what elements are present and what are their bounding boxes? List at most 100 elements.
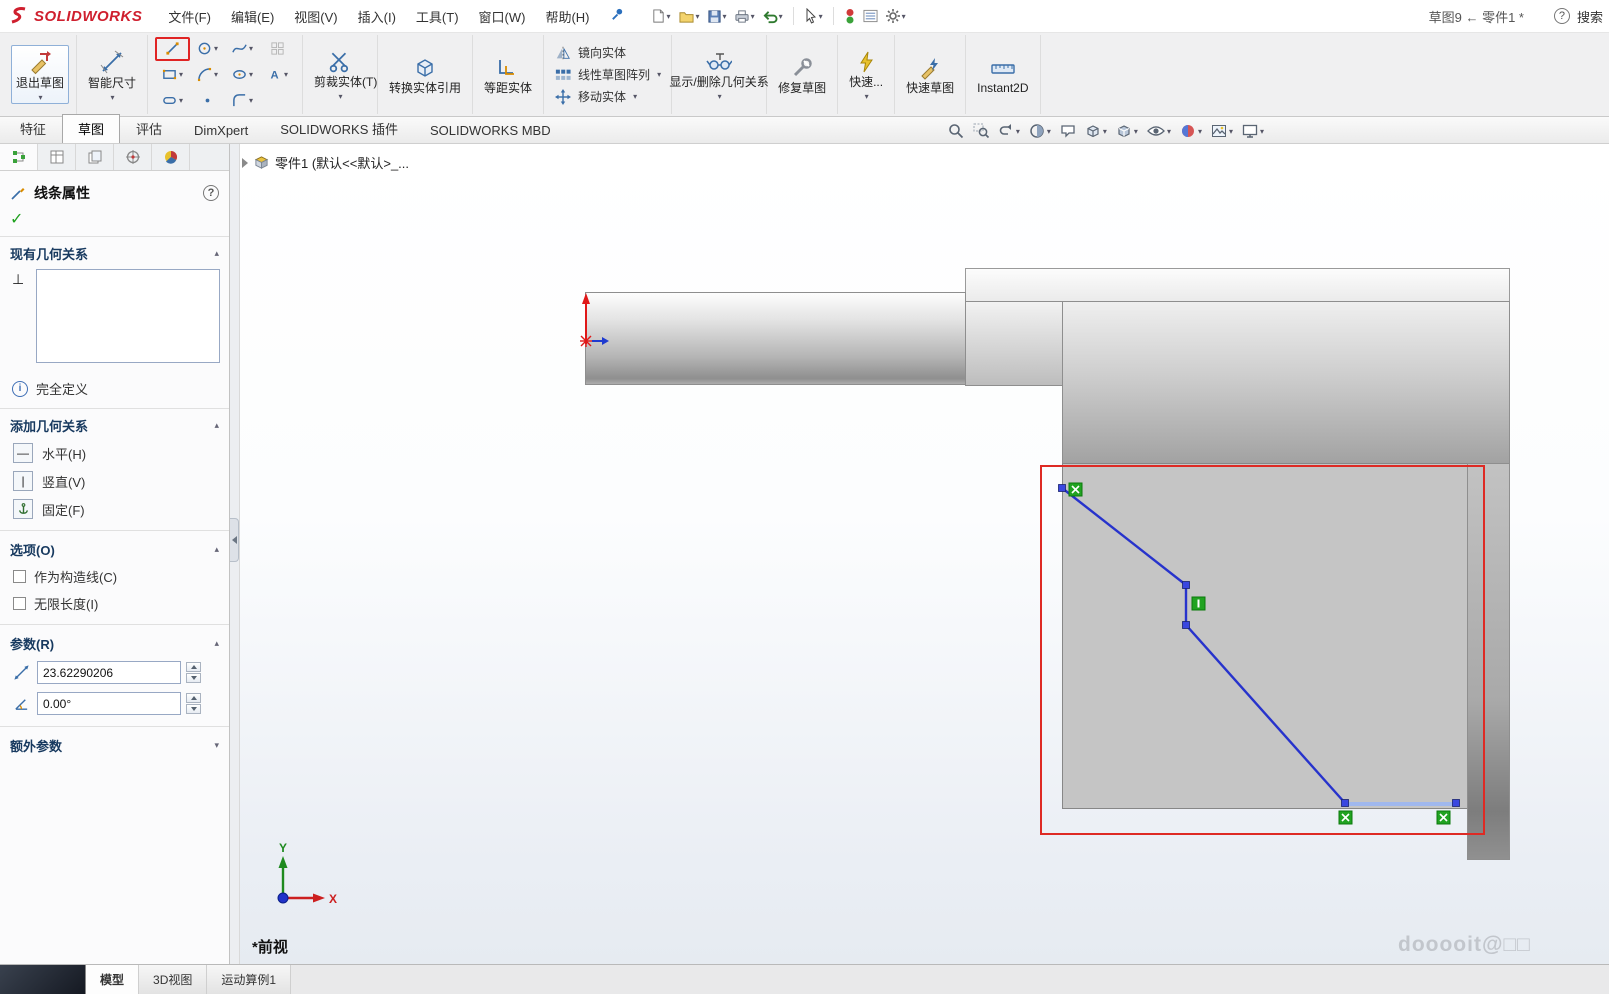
tab-dimxpertmanager[interactable] (114, 144, 152, 170)
circle-tool-button[interactable]: ▾ (190, 37, 225, 61)
spinner-up-icon[interactable] (186, 693, 201, 703)
select-tool-button[interactable]: ▾ (802, 5, 825, 27)
help-icon[interactable]: ? (1554, 8, 1570, 24)
sketch-picture-button[interactable] (260, 37, 295, 61)
display-style-icon[interactable]: ▾ (1116, 123, 1138, 139)
menu-file[interactable]: 文件(F) (158, 1, 221, 32)
offset-entities-button[interactable]: 等距实体 (480, 53, 536, 97)
new-document-button[interactable]: ▾ (649, 5, 673, 27)
tab-features[interactable]: 特征 (4, 114, 62, 143)
tab-displaymanager[interactable] (152, 144, 190, 170)
print-button[interactable]: ▾ (732, 6, 757, 27)
menu-tools[interactable]: 工具(T) (406, 1, 469, 32)
tab-solidworks-mbd[interactable]: SOLIDWORKS MBD (414, 118, 567, 143)
menu-view[interactable]: 视图(V) (284, 1, 347, 32)
length-spinner[interactable] (186, 662, 201, 683)
infinite-length-option[interactable]: 无限长度(I) (0, 590, 229, 617)
model-face-upper-block[interactable] (1062, 301, 1510, 464)
text-tool-button[interactable]: A▾ (260, 63, 295, 87)
search-label[interactable]: 搜索 (1577, 7, 1603, 26)
rectangle-tool-button[interactable]: ▾ (155, 63, 190, 87)
ok-check[interactable]: ✓ (0, 209, 229, 237)
mirror-entities-button[interactable]: 镜向实体 (551, 43, 664, 62)
expand-arrow-icon[interactable] (242, 158, 248, 168)
move-entities-button[interactable]: 移动实体 ▾ (551, 87, 664, 106)
settings-gear-button[interactable]: ▾ (883, 5, 908, 27)
view-settings-icon[interactable]: ▾ (1242, 123, 1264, 139)
trim-entities-button[interactable]: 剪裁实体(T) ▾ (310, 47, 370, 102)
smart-dimension-button[interactable]: 智能尺寸 ▾ (84, 46, 140, 103)
tab-solidworks-addins[interactable]: SOLIDWORKS 插件 (264, 114, 414, 143)
relations-listbox[interactable] (36, 269, 220, 363)
angle-input[interactable] (37, 692, 181, 715)
pin-menu-icon[interactable] (610, 7, 625, 25)
spline-tool-button[interactable]: ▾ (225, 37, 260, 61)
linear-pattern-button[interactable]: 线性草图阵列 ▾ (551, 65, 664, 84)
previous-view-icon[interactable]: ▾ (998, 123, 1020, 139)
extra-parameters-header[interactable]: 额外参数 ▾ (0, 729, 229, 759)
tab-3d-views[interactable]: 3D视图 (139, 965, 207, 994)
model-face-step[interactable] (965, 301, 1063, 386)
exit-sketch-button[interactable]: 退出草图 ▾ (11, 45, 69, 104)
spinner-down-icon[interactable] (186, 673, 201, 683)
options-header[interactable]: 选项(O) ▴ (0, 533, 229, 563)
tab-dimxpert[interactable]: DimXpert (178, 118, 264, 143)
add-relations-header[interactable]: 添加几何关系 ▴ (0, 409, 229, 439)
view-orientation-icon[interactable]: ▾ (1085, 123, 1107, 139)
parameters-header[interactable]: 参数(R) ▴ (0, 627, 229, 657)
feature-tree-flyout[interactable]: 零件1 (默认<<默认>_... (242, 153, 409, 172)
zoom-area-icon[interactable] (973, 123, 989, 139)
slot-tool-button[interactable]: ▾ (155, 89, 190, 113)
section-view-icon[interactable]: ▾ (1029, 123, 1051, 139)
model-face-shaft[interactable] (585, 292, 966, 385)
selection-filter-icon[interactable] (842, 5, 858, 27)
options-list-icon[interactable] (861, 6, 880, 26)
save-button[interactable]: ▾ (705, 6, 729, 27)
tab-motion-study-1[interactable]: 运动算例1 (207, 965, 291, 994)
relation-fix-button[interactable]: 固定(F) (0, 495, 229, 523)
existing-relations-header[interactable]: 现有几何关系 ▴ (0, 237, 229, 267)
tab-configurationmanager[interactable] (76, 144, 114, 170)
menu-insert[interactable]: 插入(I) (348, 1, 406, 32)
menu-window[interactable]: 窗口(W) (469, 1, 536, 32)
line-tool-button[interactable] (155, 37, 190, 61)
fillet-tool-button[interactable]: ▾ (225, 89, 260, 113)
repair-sketch-button[interactable]: 修复草图 (774, 53, 830, 97)
tab-featuremanager[interactable] (0, 144, 38, 170)
construction-line-option[interactable]: 作为构造线(C) (0, 563, 229, 590)
tree-item-part1[interactable]: 零件1 (默认<<默认>_... (275, 153, 409, 172)
point-tool-button[interactable] (190, 89, 225, 113)
edit-appearance-icon[interactable]: ▾ (1180, 123, 1202, 139)
relation-horizontal-button[interactable]: — 水平(H) (0, 439, 229, 467)
menu-edit[interactable]: 编辑(E) (221, 1, 284, 32)
open-document-button[interactable]: ▾ (676, 6, 702, 27)
apply-scene-icon[interactable]: ▾ (1211, 123, 1233, 139)
panel-help-icon[interactable]: ? (203, 185, 219, 201)
tab-propertymanager[interactable] (38, 144, 76, 170)
graphics-area[interactable]: 零件1 (默认<<默认>_... (240, 144, 1609, 964)
undo-button[interactable]: ▾ (760, 6, 785, 27)
spinner-up-icon[interactable] (186, 662, 201, 672)
convert-entities-button[interactable]: 转换实体引用 (385, 53, 465, 97)
model-face-top-flange[interactable] (965, 268, 1510, 302)
tab-model[interactable]: 模型 (86, 965, 139, 994)
construction-checkbox[interactable] (13, 570, 26, 583)
infinite-checkbox[interactable] (13, 597, 26, 610)
panel-splitter[interactable] (230, 144, 240, 964)
quick-snaps-button[interactable]: 快速... ▾ (845, 47, 887, 102)
instant2d-button[interactable]: Instant2D (973, 53, 1032, 97)
tab-evaluate[interactable]: 评估 (120, 114, 178, 143)
display-delete-relations-button[interactable]: 显示/删除几何关系 ▾ (679, 47, 759, 102)
length-input[interactable] (37, 661, 181, 684)
angle-spinner[interactable] (186, 693, 201, 714)
tab-sketch[interactable]: 草图 (62, 114, 120, 143)
rapid-sketch-button[interactable]: 快速草图 (902, 53, 958, 97)
dynamic-annotation-icon[interactable] (1060, 123, 1076, 139)
ellipse-tool-button[interactable]: ▾ (225, 63, 260, 87)
model-thumbnail[interactable] (0, 965, 86, 994)
menu-help[interactable]: 帮助(H) (535, 1, 599, 32)
spinner-down-icon[interactable] (186, 704, 201, 714)
panel-collapse-handle[interactable] (230, 518, 239, 562)
zoom-fit-icon[interactable] (948, 123, 964, 139)
hide-show-items-icon[interactable]: ▾ (1147, 124, 1171, 138)
